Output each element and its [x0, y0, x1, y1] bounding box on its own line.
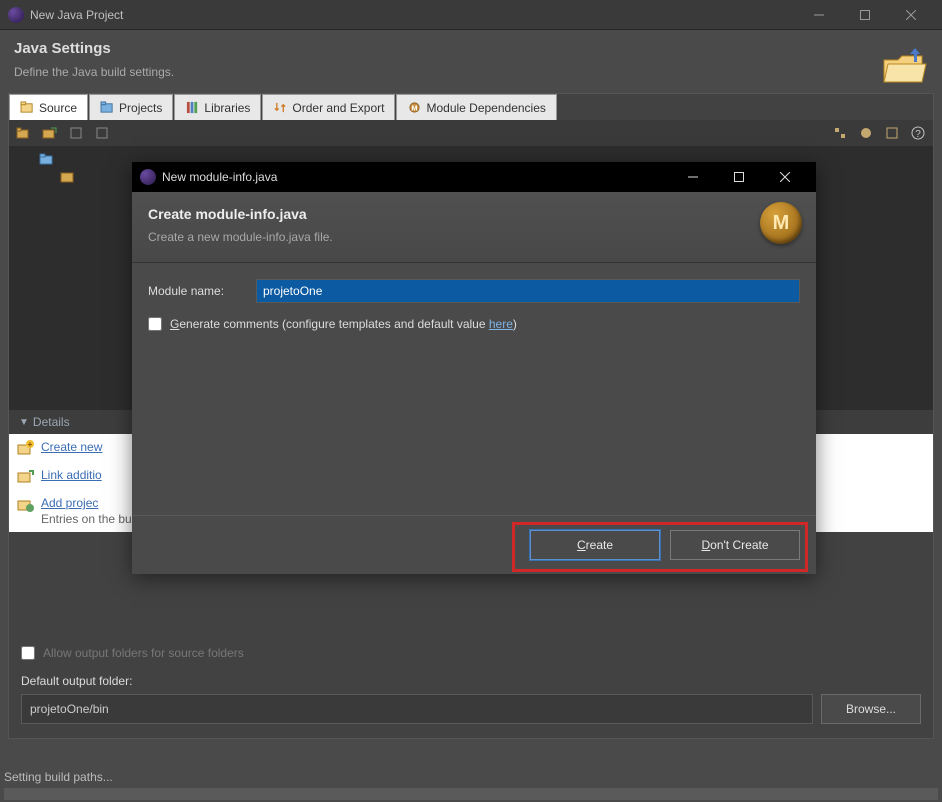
- bottom-panel: Allow output folders for source folders …: [9, 636, 933, 738]
- chevron-down-icon: ▼: [19, 417, 29, 428]
- link-additional-link[interactable]: Link additio: [41, 468, 102, 482]
- minimize-button[interactable]: [796, 0, 842, 30]
- tab-projects[interactable]: Projects: [89, 94, 173, 120]
- dialog-footer: Create Don't Create: [132, 515, 816, 574]
- tab-order-export[interactable]: Order and Export: [262, 94, 395, 120]
- toggle-3-button[interactable]: [881, 122, 903, 144]
- eclipse-icon: [140, 169, 156, 185]
- dont-create-button[interactable]: Don't Create: [670, 530, 800, 560]
- dialog-titlebar: New module-info.java: [132, 162, 816, 192]
- toggle-2-button[interactable]: [855, 122, 877, 144]
- folder-open-icon: [39, 152, 55, 166]
- status-bar: Setting build paths...: [0, 764, 942, 802]
- folder-icon: [880, 48, 928, 88]
- wizard-header: Java Settings Define the Java build sett…: [0, 30, 942, 93]
- browse-button[interactable]: Browse...: [821, 694, 921, 724]
- svg-text:?: ?: [915, 129, 921, 140]
- page-subtitle: Define the Java build settings.: [14, 65, 928, 79]
- status-text: Setting build paths...: [4, 770, 113, 784]
- package-icon: [59, 170, 75, 184]
- libraries-icon: [185, 101, 200, 114]
- dialog-close-button[interactable]: [762, 162, 808, 192]
- module-name-input[interactable]: [256, 279, 800, 303]
- dialog-header: Create module-info.java Create a new mod…: [132, 192, 816, 263]
- projects-icon: [100, 101, 115, 114]
- dialog-minimize-button[interactable]: [670, 162, 716, 192]
- generate-comments-row: Generate comments (configure templates a…: [148, 317, 800, 331]
- source-icon: [20, 101, 35, 114]
- link-folder-button[interactable]: [39, 122, 61, 144]
- add-project-icon: [17, 496, 35, 512]
- add-project-link[interactable]: Add projec: [41, 496, 98, 510]
- source-toolbar: ?: [9, 120, 933, 146]
- tab-module-dependencies[interactable]: M Module Dependencies: [396, 94, 556, 120]
- link-folder-icon: [17, 468, 35, 484]
- module-badge-icon: M: [760, 202, 802, 244]
- dialog-header-title: Create module-info.java: [148, 206, 800, 222]
- module-info-dialog: New module-info.java Create module-info.…: [132, 162, 816, 574]
- allow-output-checkbox-row: Allow output folders for source folders: [21, 646, 921, 660]
- add-folder-button[interactable]: [13, 122, 35, 144]
- window-title: New Java Project: [30, 8, 123, 22]
- svg-text:+: +: [28, 440, 33, 449]
- dialog-maximize-button[interactable]: [716, 162, 762, 192]
- page-title: Java Settings: [14, 40, 928, 57]
- dialog-title: New module-info.java: [162, 170, 277, 184]
- order-icon: [273, 101, 288, 114]
- tab-libraries[interactable]: Libraries: [174, 94, 261, 120]
- progress-bar: [4, 788, 938, 800]
- svg-text:M: M: [412, 103, 418, 112]
- here-link[interactable]: here: [489, 317, 513, 331]
- tab-bar: Source Projects Libraries Order and Expo…: [9, 94, 933, 120]
- create-new-link[interactable]: Create new: [41, 440, 102, 454]
- eclipse-icon: [8, 7, 24, 23]
- module-icon: M: [407, 101, 422, 114]
- edit-button[interactable]: [65, 122, 87, 144]
- remove-button[interactable]: [91, 122, 113, 144]
- dialog-header-subtitle: Create a new module-info.java file.: [148, 230, 800, 244]
- dialog-body: Module name: Generate comments (configur…: [132, 263, 816, 515]
- tab-source[interactable]: Source: [9, 94, 88, 120]
- create-button[interactable]: Create: [530, 530, 660, 560]
- generate-comments-checkbox[interactable]: [148, 317, 162, 331]
- main-window-titlebar: New Java Project: [0, 0, 942, 30]
- close-button[interactable]: [888, 0, 934, 30]
- new-folder-icon: +: [17, 440, 35, 456]
- allow-output-checkbox[interactable]: [21, 646, 35, 660]
- toggle-1-button[interactable]: [829, 122, 851, 144]
- module-name-label: Module name:: [148, 284, 256, 298]
- maximize-button[interactable]: [842, 0, 888, 30]
- output-folder-label: Default output folder:: [21, 674, 921, 688]
- help-button[interactable]: ?: [907, 122, 929, 144]
- output-folder-input[interactable]: [21, 694, 813, 724]
